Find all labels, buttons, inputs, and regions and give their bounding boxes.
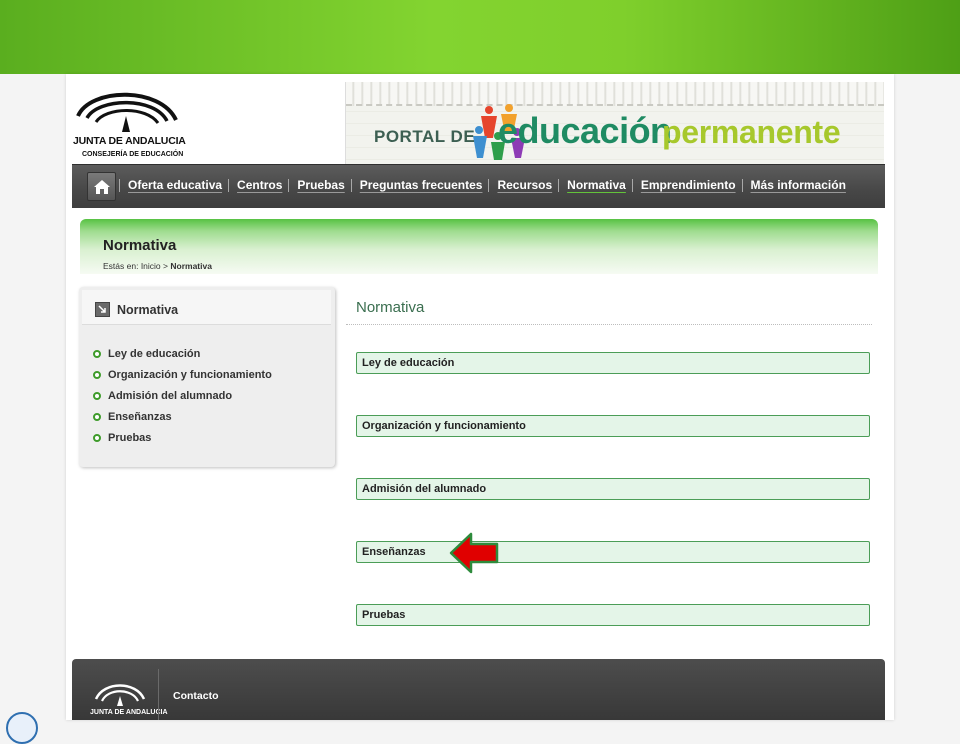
sidebar-item-label: Pruebas — [108, 431, 152, 444]
banner-prefix: PORTAL DE — [374, 127, 476, 146]
bullet-icon — [93, 349, 101, 358]
main-nav: Oferta educativa Centros Pruebas Pregunt… — [72, 164, 885, 208]
breadcrumb-home-link[interactable]: Inicio — [141, 261, 161, 271]
junta-arch-icon — [94, 684, 146, 706]
nav-item-emprendimiento[interactable]: Emprendimiento — [631, 179, 742, 192]
junta-arch-icon — [76, 92, 178, 132]
sidebar-list: Ley de educación Organización y funciona… — [93, 343, 272, 448]
page-title: Normativa — [103, 237, 177, 254]
nav-item-preguntas-frecuentes[interactable]: Preguntas frecuentes — [350, 179, 489, 192]
divider — [346, 324, 872, 325]
nav-item-recursos[interactable]: Recursos — [488, 179, 558, 192]
section-organizacion[interactable]: Organización y funcionamiento — [356, 415, 870, 437]
top-color-band — [0, 0, 960, 74]
footer-divider — [158, 669, 159, 720]
red-pointer-arrow-icon — [449, 532, 499, 574]
sidebar: Normativa Ley de educación Organización … — [79, 287, 335, 467]
nav-item-mas-informacion[interactable]: Más información — [741, 179, 852, 192]
sidebar-item-ensenanzas[interactable]: Enseñanzas — [93, 406, 272, 427]
home-button[interactable] — [87, 172, 116, 201]
section-pruebas[interactable]: Pruebas — [356, 604, 870, 626]
section-ley-de-educacion[interactable]: Ley de educación — [356, 352, 870, 374]
nav-items: Oferta educativa Centros Pruebas Pregunt… — [119, 179, 852, 192]
corner-circle-icon — [6, 712, 38, 744]
banner-word-educacion: educación — [498, 110, 672, 151]
nav-item-normativa[interactable]: Normativa — [558, 179, 632, 192]
home-icon — [93, 179, 110, 194]
footer: JUNTA DE ANDALUCIA Contacto — [72, 659, 885, 720]
breadcrumb: Estás en: Inicio > Normativa — [103, 261, 212, 271]
sidebar-item-label: Enseñanzas — [108, 410, 172, 423]
main-title: Normativa — [356, 299, 425, 316]
sidebar-item-label: Admisión del alumnado — [108, 389, 233, 402]
portal-banner[interactable]: PORTAL DE educación permanente — [345, 82, 884, 164]
breadcrumb-prefix: Estás en: — [103, 261, 139, 271]
section-ensenanzas[interactable]: Enseñanzas — [356, 541, 870, 563]
bullet-icon — [93, 370, 101, 379]
bullet-icon — [93, 391, 101, 400]
nav-item-pruebas[interactable]: Pruebas — [288, 179, 350, 192]
bullet-icon — [93, 433, 101, 442]
sidebar-header: Normativa — [82, 290, 331, 325]
sidebar-title: Normativa — [117, 303, 179, 317]
bullet-icon — [93, 412, 101, 421]
nav-item-oferta-educativa[interactable]: Oferta educativa — [119, 179, 228, 192]
sidebar-item-pruebas[interactable]: Pruebas — [93, 427, 272, 448]
sidebar-item-admision[interactable]: Admisión del alumnado — [93, 385, 272, 406]
breadcrumb-current: Normativa — [170, 261, 212, 271]
banner-word-permanente: permanente — [662, 114, 841, 150]
footer-logo-text: JUNTA DE ANDALUCIA — [90, 709, 168, 716]
sidebar-item-ley-de-educacion[interactable]: Ley de educación — [93, 343, 272, 364]
nav-item-centros[interactable]: Centros — [228, 179, 288, 192]
junta-logo-text: JUNTA DE ANDALUCIA — [73, 135, 186, 147]
footer-logo[interactable]: JUNTA DE ANDALUCIA — [90, 675, 168, 720]
sidebar-item-label: Organización y funcionamiento — [108, 368, 272, 381]
footer-contact-link[interactable]: Contacto — [173, 690, 219, 702]
arrow-down-right-icon — [95, 302, 110, 317]
breadcrumb-separator: > — [163, 261, 168, 271]
notebook-spiral-edge — [346, 82, 884, 106]
junta-logo[interactable]: JUNTA DE ANDALUCIA CONSEJERÍA DE EDUCACI… — [72, 80, 186, 164]
sidebar-item-organizacion[interactable]: Organización y funcionamiento — [93, 364, 272, 385]
section-admision[interactable]: Admisión del alumnado — [356, 478, 870, 500]
sidebar-item-label: Ley de educación — [108, 347, 201, 360]
page-title-band: Normativa Estás en: Inicio > Normativa — [80, 219, 878, 274]
consejeria-logo-text: CONSEJERÍA DE EDUCACIÓN — [82, 151, 184, 158]
